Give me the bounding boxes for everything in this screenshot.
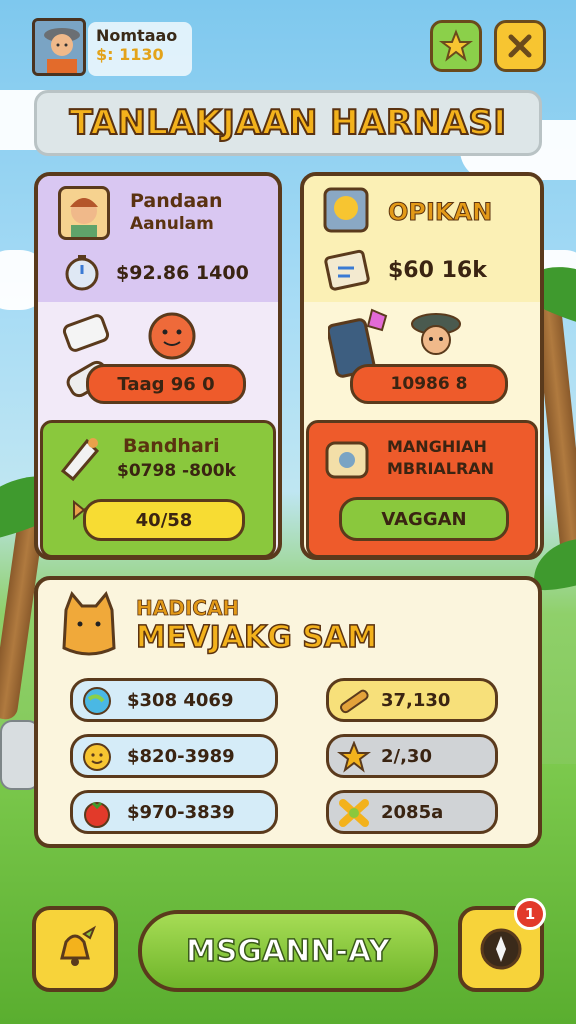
left-top-action-button[interactable]: Taag 96 0: [86, 364, 246, 404]
compass-icon: [480, 928, 522, 970]
reward-item-4-value: 37,130: [381, 689, 451, 711]
character-name-line2: Aanulam: [130, 214, 214, 234]
right-top-action-button[interactable]: 10986 8: [350, 364, 508, 404]
character-name-line1: Pandaan: [130, 190, 223, 212]
hat-character-icon: [411, 313, 461, 355]
player-money: $: 1130: [96, 45, 164, 64]
title-banner: TANLAKJAAN HARNASI: [34, 90, 542, 156]
wood-log-icon: [339, 689, 369, 714]
left-bottom-action-label: 40/58: [135, 509, 193, 531]
right-bottom-action-label: VAGGAN: [381, 508, 467, 530]
notification-badge: 1: [514, 898, 546, 930]
reward-item-2-value: $820-3989: [127, 745, 235, 767]
left-bottom-card: Bandhari $0798 -800k 40/58: [40, 420, 276, 558]
right-bottom-label-line2: MBRIALRAN: [387, 459, 495, 478]
right-bottom-action-button[interactable]: VAGGAN: [339, 497, 509, 541]
right-top-label: OPIKAN: [387, 198, 493, 227]
character-portrait: [58, 186, 110, 240]
reward-item-6-value: 2085a: [381, 801, 444, 823]
left-panel: Pandaan Aanulam $92.86 1400 Taag 96 0 Ba…: [34, 172, 282, 560]
settings-button[interactable]: [430, 20, 482, 72]
globe-gem-icon: [83, 687, 111, 715]
left-top-action-label: Taag 96 0: [117, 373, 215, 395]
right-bottom-card: MANGHIAH MBRIALRAN VAGGAN: [306, 420, 538, 558]
reward-item-1-value: $308 4069: [127, 689, 234, 711]
reward-item-4[interactable]: 37,130: [326, 678, 498, 722]
left-bottom-action-button[interactable]: 40/58: [83, 499, 245, 541]
right-top-action-label: 10986 8: [390, 374, 468, 394]
notification-count: 1: [524, 905, 536, 923]
right-top-stat: $60 16k: [388, 258, 487, 283]
reward-item-5[interactable]: 2/,30: [326, 734, 498, 778]
gold-star-icon: [337, 741, 371, 773]
stopwatch-icon: [65, 255, 99, 291]
smiley-coin-icon: [83, 743, 111, 771]
bell-icon: [60, 925, 97, 966]
reward-item-2[interactable]: $820-3989: [70, 734, 278, 778]
page-title: TANLAKJAAN HARNASI: [68, 102, 507, 144]
red-blob-character-icon: [148, 312, 196, 360]
character-stat: $92.86 1400: [116, 262, 249, 284]
reward-item-3-value: $970-3839: [127, 801, 235, 823]
reward-item-1[interactable]: $308 4069: [70, 678, 278, 722]
right-panel: OPIKAN $60 16k 10986 8 MANGHIAH MBRIALRA…: [300, 172, 544, 560]
close-button[interactable]: [494, 20, 546, 72]
treasure-map-icon: [325, 441, 369, 479]
left-bottom-stat: $0798 -800k: [117, 461, 236, 481]
balloon-frame-icon: [323, 187, 369, 233]
right-bottom-label-line1: MANGHIAH: [387, 437, 487, 456]
player-name: Nomtaao: [96, 26, 178, 45]
tissue-bag-icon: [60, 438, 100, 482]
reward-item-5-value: 2/,30: [381, 745, 432, 767]
player-info: Nomtaao $: 1130: [88, 22, 192, 76]
paper-card-icon: [324, 249, 370, 291]
player-avatar[interactable]: [32, 18, 86, 76]
left-bottom-label: Bandhari: [123, 435, 220, 457]
main-action-label: MSGANN-AY: [185, 933, 391, 970]
bell-button[interactable]: [32, 906, 118, 992]
cat-mascot-icon: [62, 591, 116, 656]
reward-title: MEVJAKG SAM: [135, 619, 377, 656]
reward-subtitle: HADICAH: [136, 596, 240, 621]
reward-item-6[interactable]: 2085a: [326, 790, 498, 834]
reward-panel: HADICAH MEVJAKG SAM $308 4069 $820-3989 …: [34, 576, 542, 848]
reward-item-3[interactable]: $970-3839: [70, 790, 278, 834]
star-badge-icon: [439, 29, 473, 62]
tomato-icon: [84, 801, 110, 828]
main-action-button[interactable]: MSGANN-AY: [138, 910, 438, 992]
close-icon: [508, 34, 532, 58]
cross-star-icon: [339, 799, 369, 827]
